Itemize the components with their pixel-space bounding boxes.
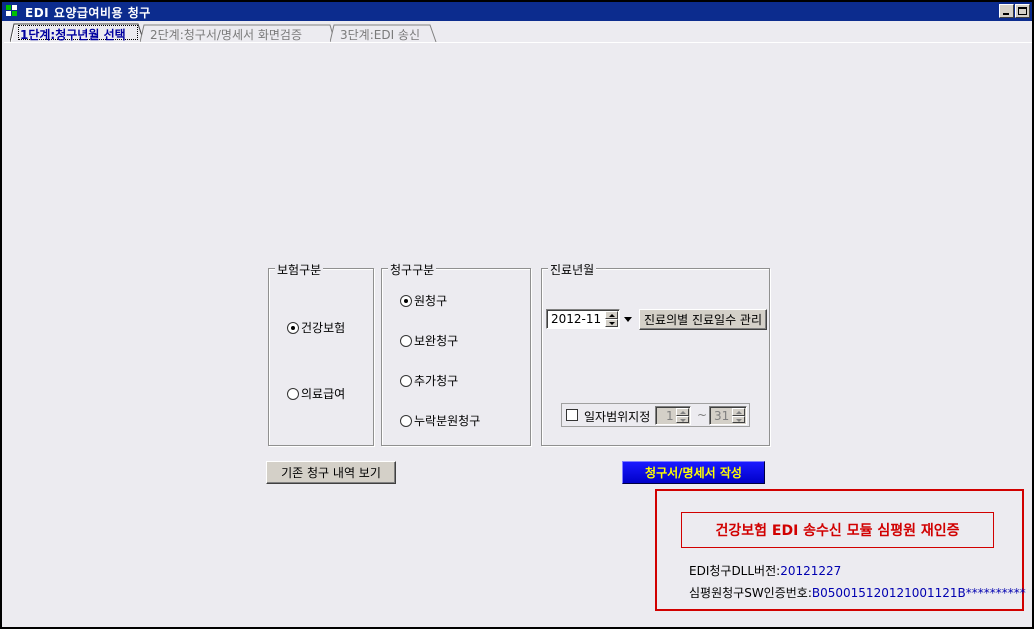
- arrow-down-icon: [736, 418, 742, 422]
- restore-button[interactable]: [1015, 4, 1030, 18]
- insurance-type-title: 보험구분: [275, 261, 324, 278]
- restore-icon: [1018, 7, 1027, 15]
- minimize-button[interactable]: [999, 4, 1014, 18]
- radio-original-claim-label: 원청구: [414, 294, 448, 308]
- arrow-up-icon: [680, 411, 686, 414]
- radio-omitted-claim-label: 누락분원청구: [414, 414, 481, 428]
- doctor-treatment-days-button[interactable]: 진료의별 진료일수 관리: [639, 309, 767, 330]
- range-from-value: 1: [666, 409, 674, 423]
- range-to-value: 31: [714, 409, 730, 423]
- cert-number-line: 심평원청구SW인증번호:B050015120121001121B********…: [689, 584, 1026, 601]
- create-claim-label: 청구서/명세서 작성: [645, 466, 742, 480]
- radio-additional-claim[interactable]: 추가청구: [400, 372, 458, 389]
- arrow-up-icon: [736, 411, 742, 414]
- treatment-month-title: 진료년월: [548, 261, 597, 278]
- notice-headline-box: 건강보험 EDI 송수신 모듈 심평원 재인증: [681, 512, 994, 548]
- spin-up-button[interactable]: [605, 311, 618, 319]
- claim-type-group: 청구구분 원청구 보완청구 추가청구 누락분원청구: [381, 261, 531, 446]
- notice-headline: 건강보험 EDI 송수신 모듈 심평원 재인증: [715, 523, 960, 539]
- create-claim-button[interactable]: 청구서/명세서 작성: [622, 461, 765, 484]
- doctor-treatment-days-label: 진료의별 진료일수 관리: [643, 313, 763, 327]
- range-from-spinner[interactable]: 1: [655, 406, 691, 425]
- treatment-month-group: 진료년월 2012-11 진료의별 진료일수 관리 일자범위지정 1 ~ 31: [541, 261, 770, 446]
- tab-step1-label: 1단계:청구년월 선택: [20, 28, 126, 42]
- insurance-type-group: 보험구분 건강보험 의료급여: [268, 261, 374, 446]
- range-to-spinner[interactable]: 31: [709, 406, 747, 425]
- range-from-up[interactable]: [676, 408, 689, 416]
- range-separator: ~: [697, 408, 708, 422]
- radio-original-claim[interactable]: 원청구: [400, 292, 447, 309]
- radio-unselected-icon: [287, 387, 299, 400]
- date-range-label: 일자범위지정: [584, 410, 651, 424]
- radio-unselected-icon: [400, 414, 412, 427]
- radio-selected-icon: [287, 321, 299, 334]
- radio-unselected-icon: [400, 334, 412, 347]
- radio-additional-claim-label: 추가청구: [414, 374, 459, 388]
- claim-type-title: 청구구분: [388, 261, 437, 278]
- dll-version-value: 20121227: [780, 564, 842, 578]
- cert-number-label: 심평원청구SW인증번호:: [689, 586, 812, 600]
- recertification-notice: 건강보험 EDI 송수신 모듈 심평원 재인증 EDI청구DLL버전:20121…: [655, 489, 1026, 611]
- view-history-button[interactable]: 기존 청구 내역 보기: [266, 461, 396, 484]
- radio-medical-aid-label: 의료급여: [301, 387, 346, 401]
- month-value: 2012-11: [551, 312, 602, 326]
- arrow-down-icon: [609, 322, 615, 325]
- date-range-checkbox[interactable]: [566, 409, 578, 421]
- month-spinner[interactable]: 2012-11: [546, 309, 620, 329]
- radio-supplement-claim-label: 보완청구: [414, 334, 459, 348]
- view-history-label: 기존 청구 내역 보기: [281, 466, 381, 480]
- main-window: EDI 요양급여비용 청구 1단계:청구년월 선택 2단계:청구서/명세서 화면…: [0, 0, 1034, 629]
- tab-step3[interactable]: 3단계:EDI 송신: [330, 23, 440, 43]
- tab-step3-label: 3단계:EDI 송신: [340, 28, 421, 42]
- radio-health-insurance-label: 건강보험: [301, 321, 346, 335]
- radio-omitted-claim[interactable]: 누락분원청구: [400, 412, 480, 429]
- range-to-down[interactable]: [732, 415, 745, 423]
- radio-unselected-icon: [400, 374, 412, 387]
- spin-down-button[interactable]: [605, 319, 618, 327]
- cert-number-value: B050015120121001121B**********: [811, 586, 1026, 600]
- month-dropdown-button[interactable]: [621, 311, 635, 327]
- tab-step1[interactable]: 1단계:청구년월 선택: [10, 23, 145, 43]
- app-icon: [6, 5, 19, 18]
- minimize-icon: [1003, 13, 1009, 15]
- arrow-down-icon: [680, 418, 686, 422]
- dll-version-line: EDI청구DLL버전:20121227: [689, 562, 841, 579]
- radio-medical-aid[interactable]: 의료급여: [287, 385, 345, 402]
- dropdown-arrow-icon: [624, 317, 632, 322]
- tab-step2[interactable]: 2단계:청구서/명세서 화면검증: [140, 23, 336, 43]
- date-range-box: 일자범위지정 1 ~ 31: [561, 403, 750, 427]
- title-bar[interactable]: EDI 요양급여비용 청구: [2, 2, 1032, 21]
- range-from-down[interactable]: [676, 415, 689, 423]
- radio-supplement-claim[interactable]: 보완청구: [400, 332, 458, 349]
- tab-divider: [4, 42, 1032, 43]
- radio-selected-icon: [400, 294, 412, 307]
- radio-health-insurance[interactable]: 건강보험: [287, 319, 345, 336]
- range-to-up[interactable]: [732, 408, 745, 416]
- dll-version-label: EDI청구DLL버전:: [689, 564, 781, 578]
- window-title: EDI 요양급여비용 청구: [25, 6, 151, 20]
- tab-step2-label: 2단계:청구서/명세서 화면검증: [150, 28, 303, 42]
- arrow-up-icon: [609, 314, 615, 317]
